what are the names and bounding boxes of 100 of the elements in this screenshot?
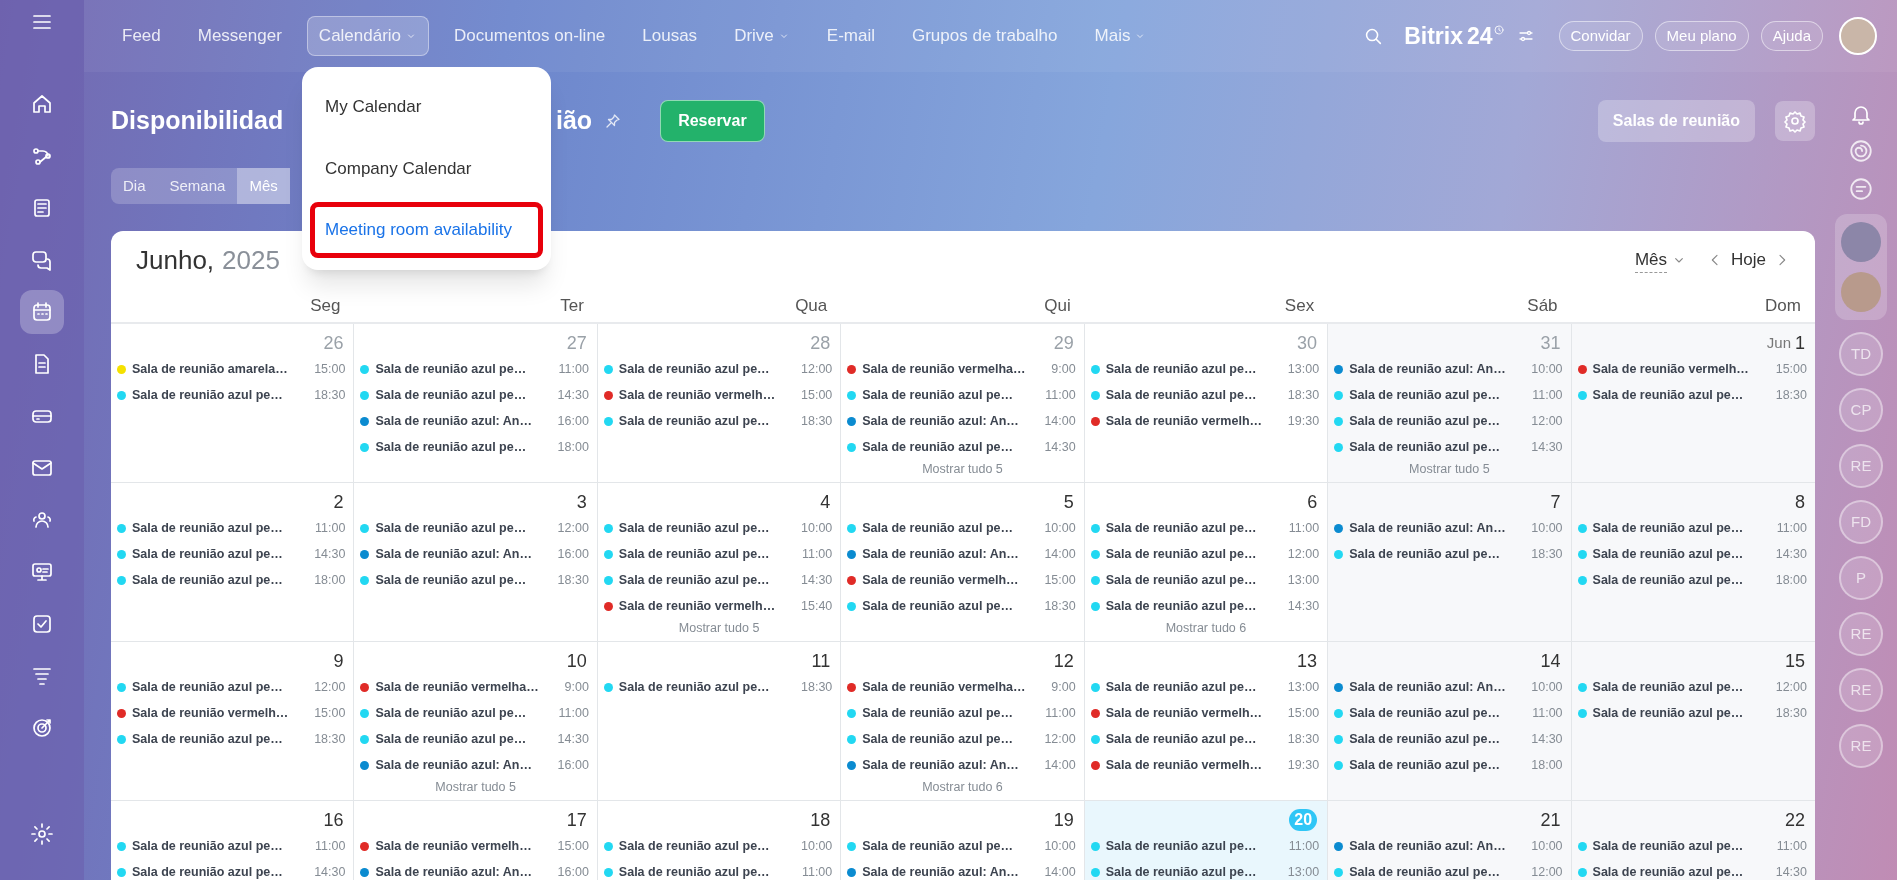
- event-item[interactable]: Sala de reunião vermelh… 19:30: [1088, 408, 1324, 434]
- show-all-link[interactable]: Mostrar tudo 5: [678, 619, 760, 638]
- event-item[interactable]: Sala de reunião azul pe… 11:00: [601, 541, 837, 567]
- event-item[interactable]: Sala de reunião vermelh… 15:40: [601, 593, 837, 619]
- show-all-link[interactable]: Mostrar tudo 6: [922, 778, 1003, 797]
- event-item[interactable]: Sala de reunião azul: An… 10:00: [1332, 833, 1567, 859]
- event-item[interactable]: Sala de reunião azul pe… 14:30: [1575, 541, 1811, 567]
- menu-item[interactable]: My Calendar: [310, 79, 543, 135]
- event-item[interactable]: Sala de reunião vermelh… 15:00: [1088, 700, 1324, 726]
- spiral-icon[interactable]: [1848, 138, 1874, 164]
- sidebar-button[interactable]: [20, 290, 64, 334]
- event-item[interactable]: Sala de reunião azul pe… 11:00: [601, 859, 837, 880]
- event-item[interactable]: Sala de reunião azul pe… 14:30: [1088, 593, 1324, 619]
- event-item[interactable]: Sala de reunião azul pe… 13:00: [1088, 567, 1324, 593]
- event-item[interactable]: Sala de reunião azul pe… 18:00: [115, 567, 350, 593]
- event-item[interactable]: Sala de reunião azul: An… 10:00: [1332, 356, 1567, 382]
- event-item[interactable]: Sala de reunião azul pe… 18:30: [1575, 382, 1811, 408]
- event-title: Sala de reunião azul pe…: [618, 360, 771, 378]
- event-item[interactable]: Sala de reunião vermelha… 9:00: [358, 674, 593, 700]
- event-item[interactable]: Sala de reunião vermelh… 15:00: [358, 833, 593, 859]
- event-item[interactable]: Sala de reunião azul pe… 11:00: [358, 700, 593, 726]
- event-item[interactable]: Sala de reunião azul: An… 14:00: [845, 541, 1080, 567]
- today-button[interactable]: Hoje: [1731, 247, 1766, 273]
- show-all-link[interactable]: Mostrar tudo 6: [1165, 619, 1247, 638]
- view-select[interactable]: Mês: [1634, 246, 1688, 274]
- event-item[interactable]: Sala de reunião azul: An… 16:00: [358, 408, 593, 434]
- event-item[interactable]: Sala de reunião azul pe… 18:30: [845, 593, 1080, 619]
- event-item[interactable]: Sala de reunião azul: An… 16:00: [358, 752, 593, 778]
- event-item[interactable]: Sala de reunião azul pe… 18:30: [1575, 700, 1811, 726]
- event-item[interactable]: Sala de reunião azul pe… 11:00: [1088, 833, 1324, 859]
- event-item[interactable]: Sala de reunião azul pe… 12:00: [601, 356, 837, 382]
- event-item[interactable]: Sala de reunião azul pe… 11:00: [845, 700, 1080, 726]
- event-title: Sala de reunião azul: An…: [1349, 678, 1507, 696]
- event-item[interactable]: Sala de reunião azul pe… 10:00: [601, 833, 837, 859]
- event-item[interactable]: Sala de reunião azul pe… 18:30: [358, 567, 593, 593]
- event-item[interactable]: Sala de reunião azul pe… 11:00: [1575, 515, 1811, 541]
- event-item[interactable]: Sala de reunião vermelh… 15:00: [845, 567, 1080, 593]
- event-item[interactable]: Sala de reunião azul pe… 10:00: [845, 515, 1080, 541]
- event-item[interactable]: Sala de reunião azul pe… 18:30: [115, 726, 350, 752]
- event-item[interactable]: Sala de reunião azul pe… 13:00: [1088, 859, 1324, 880]
- event-item[interactable]: Sala de reunião azul pe… 12:00: [1332, 859, 1567, 880]
- event-item[interactable]: Sala de reunião vermelh… 15:00: [601, 382, 837, 408]
- event-item[interactable]: Sala de reunião vermelha… 9:00: [845, 674, 1080, 700]
- event-item[interactable]: Sala de reunião azul: An… 10:00: [1332, 674, 1567, 700]
- event-item[interactable]: Sala de reunião azul pe… 14:30: [115, 541, 350, 567]
- event-item[interactable]: Sala de reunião azul pe… 13:00: [1088, 356, 1324, 382]
- event-item[interactable]: Sala de reunião azul: An… 14:00: [845, 859, 1080, 880]
- event-item[interactable]: Sala de reunião azul pe… 12:00: [845, 726, 1080, 752]
- show-all-link[interactable]: Mostrar tudo 5: [922, 460, 1003, 479]
- event-item[interactable]: Sala de reunião azul pe… 11:00: [115, 515, 350, 541]
- event-item[interactable]: Sala de reunião azul pe… 11:00: [1088, 515, 1324, 541]
- event-item[interactable]: Sala de reunião azul pe… 18:30: [1088, 726, 1324, 752]
- settings-button[interactable]: [1775, 101, 1815, 141]
- event-item[interactable]: Sala de reunião azul pe… 18:30: [601, 674, 837, 700]
- event-item[interactable]: Sala de reunião azul pe… 18:30: [1088, 382, 1324, 408]
- menu-item[interactable]: Meeting room availability: [310, 202, 543, 258]
- event-item[interactable]: Sala de reunião azul pe… 11:00: [1332, 700, 1567, 726]
- event-item[interactable]: Sala de reunião azul pe… 14:30: [358, 382, 593, 408]
- event-item[interactable]: Sala de reunião azul pe… 14:30: [845, 434, 1080, 460]
- event-item[interactable]: Sala de reunião vermelha… 9:00: [845, 356, 1080, 382]
- event-item[interactable]: Sala de reunião azul pe… 11:00: [358, 356, 593, 382]
- event-item[interactable]: Sala de reunião azul pe… 12:00: [1088, 541, 1324, 567]
- event-item[interactable]: Sala de reunião azul pe… 10:00: [601, 515, 837, 541]
- event-item[interactable]: Sala de reunião vermelh… 19:30: [1088, 752, 1324, 778]
- event-item[interactable]: Sala de reunião vermelh… 15:00: [115, 700, 350, 726]
- event-item[interactable]: Sala de reunião azul pe… 14:30: [115, 859, 350, 880]
- event-item[interactable]: Sala de reunião azul pe… 14:30: [1332, 434, 1567, 460]
- pin-icon[interactable]: [604, 112, 623, 130]
- show-all-link[interactable]: Mostrar tudo 5: [435, 778, 516, 797]
- event-item[interactable]: Sala de reunião amarela… 15:00: [115, 356, 350, 382]
- event-item[interactable]: Sala de reunião azul pe… 11:00: [845, 382, 1080, 408]
- event-item[interactable]: Sala de reunião azul: An… 10:00: [1332, 515, 1567, 541]
- chat-icon[interactable]: [1848, 176, 1874, 202]
- event-item[interactable]: Sala de reunião azul: An… 16:00: [358, 541, 593, 567]
- event-item[interactable]: Sala de reunião azul pe… 18:30: [115, 382, 350, 408]
- event-item[interactable]: Sala de reunião azul pe… 11:00: [1332, 382, 1567, 408]
- event-item[interactable]: Sala de reunião azul pe… 18:00: [1332, 752, 1567, 778]
- event-item[interactable]: Sala de reunião azul pe… 18:00: [1575, 567, 1811, 593]
- event-item[interactable]: Sala de reunião azul pe… 12:00: [1332, 408, 1567, 434]
- event-time: 19:30: [1287, 756, 1320, 774]
- event-item[interactable]: Sala de reunião azul pe… 11:00: [1575, 833, 1811, 859]
- event-item[interactable]: Sala de reunião azul pe… 13:00: [1088, 674, 1324, 700]
- event-item[interactable]: Sala de reunião azul pe… 14:30: [1332, 726, 1567, 752]
- event-item[interactable]: Sala de reunião azul pe… 12:00: [115, 674, 350, 700]
- event-item[interactable]: Sala de reunião azul: An… 16:00: [358, 859, 593, 880]
- event-item[interactable]: Sala de reunião azul pe… 14:30: [358, 726, 593, 752]
- event-item[interactable]: Sala de reunião azul pe… 11:00: [115, 833, 350, 859]
- menu-item[interactable]: Company Calendar: [310, 140, 543, 196]
- event-item[interactable]: Sala de reunião vermelh… 15:00: [1575, 356, 1811, 382]
- avatar[interactable]: [1839, 17, 1877, 55]
- event-item[interactable]: Sala de reunião azul: An… 14:00: [845, 752, 1080, 778]
- event-item[interactable]: Sala de reunião azul pe… 18:00: [358, 434, 593, 460]
- event-item[interactable]: Sala de reunião azul pe… 14:30: [601, 567, 837, 593]
- event-item[interactable]: Sala de reunião azul pe… 14:30: [1575, 859, 1811, 880]
- event-item[interactable]: Sala de reunião azul pe… 12:00: [358, 515, 593, 541]
- event-item[interactable]: Sala de reunião azul pe… 12:00: [1575, 674, 1811, 700]
- event-item[interactable]: Sala de reunião azul pe… 18:30: [601, 408, 837, 434]
- event-item[interactable]: Sala de reunião azul pe… 18:30: [1332, 541, 1567, 567]
- event-item[interactable]: Sala de reunião azul: An… 14:00: [845, 408, 1080, 434]
- event-item[interactable]: Sala de reunião azul pe… 10:00: [845, 833, 1080, 859]
